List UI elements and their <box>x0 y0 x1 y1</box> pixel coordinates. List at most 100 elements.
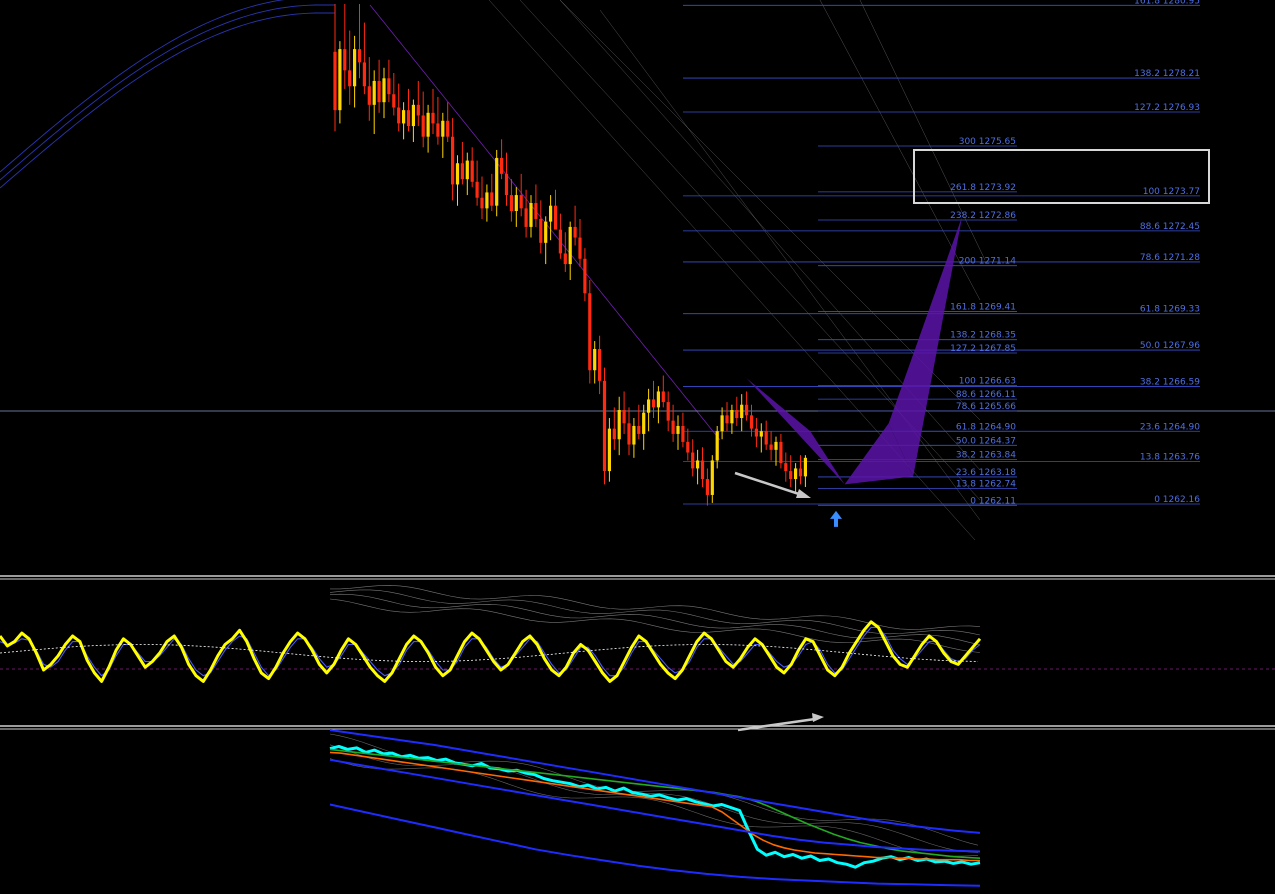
candle-body <box>426 112 430 137</box>
candle-body <box>387 78 391 95</box>
candle-body <box>681 425 685 442</box>
fib-label-left: 100 1273.77 <box>1143 187 1200 197</box>
candle-body <box>367 86 371 105</box>
candle-body <box>700 460 705 480</box>
candle-body <box>632 425 636 445</box>
candle-body <box>338 49 342 111</box>
candle-body <box>779 441 783 464</box>
fib-label-left: 78.6 1271.28 <box>1140 253 1200 263</box>
candle-body <box>798 468 803 477</box>
candle-body <box>495 157 499 206</box>
candle-body <box>642 412 646 434</box>
candle-body <box>602 380 607 472</box>
candle-body <box>691 452 695 469</box>
candle-body <box>377 80 381 103</box>
candle-body <box>348 70 352 87</box>
candle-body <box>558 229 562 254</box>
candle-body <box>573 226 577 238</box>
candle-body <box>578 237 582 259</box>
candle-body <box>333 51 337 111</box>
candle-body <box>446 120 450 137</box>
candle-body <box>671 420 675 434</box>
candle-body <box>451 136 455 185</box>
candle-body <box>392 94 396 108</box>
candle-body <box>436 123 440 137</box>
candle-body <box>725 415 729 424</box>
candle-body <box>524 208 528 227</box>
candle-body <box>490 192 494 206</box>
fib-label-left: 13.8 1263.76 <box>1140 453 1200 463</box>
candle-body <box>686 441 690 453</box>
candle-body <box>382 78 386 103</box>
candle-body <box>343 49 347 71</box>
candle-body <box>720 415 724 432</box>
candle-body <box>455 163 460 185</box>
candle-body <box>416 104 420 116</box>
candle-body <box>627 423 631 445</box>
candle-body <box>730 410 734 424</box>
fib-label-right: 238.2 1272.86 <box>950 211 1016 221</box>
candle-body <box>745 404 749 416</box>
candle-body <box>544 221 548 243</box>
candle-body <box>637 425 641 434</box>
candle-body <box>794 468 798 480</box>
candle-body <box>803 457 807 477</box>
candle-body <box>764 431 768 445</box>
fib-label-left: 88.6 1272.45 <box>1140 222 1200 232</box>
candle-body <box>769 444 773 450</box>
candle-body <box>588 293 592 371</box>
candle-body <box>715 431 719 461</box>
fib-label-right: 300 1275.65 <box>959 137 1016 147</box>
candle-body <box>353 49 357 87</box>
candle-body <box>676 425 680 434</box>
candle-body <box>666 402 670 421</box>
fib-label-right: 127.2 1267.85 <box>950 344 1016 354</box>
fib-label-right: 100 1266.63 <box>959 376 1016 386</box>
candle-body <box>784 463 788 472</box>
candle-body <box>553 205 558 230</box>
candle-body <box>789 471 793 480</box>
candle-body <box>651 399 656 408</box>
fib-label-left: 50.0 1267.96 <box>1140 341 1200 351</box>
candle-body <box>529 203 533 227</box>
candle-body <box>607 428 611 472</box>
candle-body <box>754 428 758 437</box>
candle-body <box>514 195 518 211</box>
candle-body <box>549 205 553 222</box>
fib-label-right: 23.6 1263.18 <box>956 468 1016 478</box>
trading-chart: 161.8 1280.95 138.2 1278.21 127.2 1276.93 1… <box>0 0 1275 894</box>
fib-label-right: 38.2 1263.84 <box>956 450 1016 460</box>
candle-body <box>372 80 376 105</box>
candle-body <box>735 410 739 418</box>
candle-body <box>705 479 709 495</box>
fib-label-left: 138.2 1278.21 <box>1134 69 1200 79</box>
fib-label-left: 61.8 1269.33 <box>1140 305 1200 315</box>
fib-label-right: 200 1271.14 <box>959 257 1017 267</box>
fib-label-left: 38.2 1266.59 <box>1140 377 1200 387</box>
fib-label-right: 261.8 1273.92 <box>950 183 1016 193</box>
candle-body <box>475 181 479 198</box>
fib-label-right: 161.8 1269.41 <box>950 303 1016 313</box>
candle-body <box>749 415 754 429</box>
fib-label-left: 161.8 1280.95 <box>1134 0 1200 6</box>
candle-body <box>431 112 435 124</box>
candle-body <box>441 120 445 137</box>
fib-label-right: 50.0 1264.37 <box>956 436 1016 446</box>
candle-body <box>622 410 626 424</box>
candle-body <box>612 428 616 440</box>
candle-body <box>362 62 366 87</box>
candle-body <box>647 399 651 413</box>
fib-label-left: 23.6 1264.90 <box>1140 422 1200 432</box>
candle-body <box>617 410 621 440</box>
candle-body <box>402 110 406 124</box>
candle-body <box>593 349 597 371</box>
candle-body <box>563 253 567 265</box>
candle-body <box>598 349 602 381</box>
candle-body <box>465 160 469 180</box>
candle-body <box>500 157 504 174</box>
candle-body <box>696 460 700 469</box>
candle-body <box>774 441 778 450</box>
fib-label-right: 88.6 1266.11 <box>956 390 1016 400</box>
candle-body <box>406 110 411 127</box>
fib-label-right: 78.6 1265.66 <box>956 402 1016 412</box>
